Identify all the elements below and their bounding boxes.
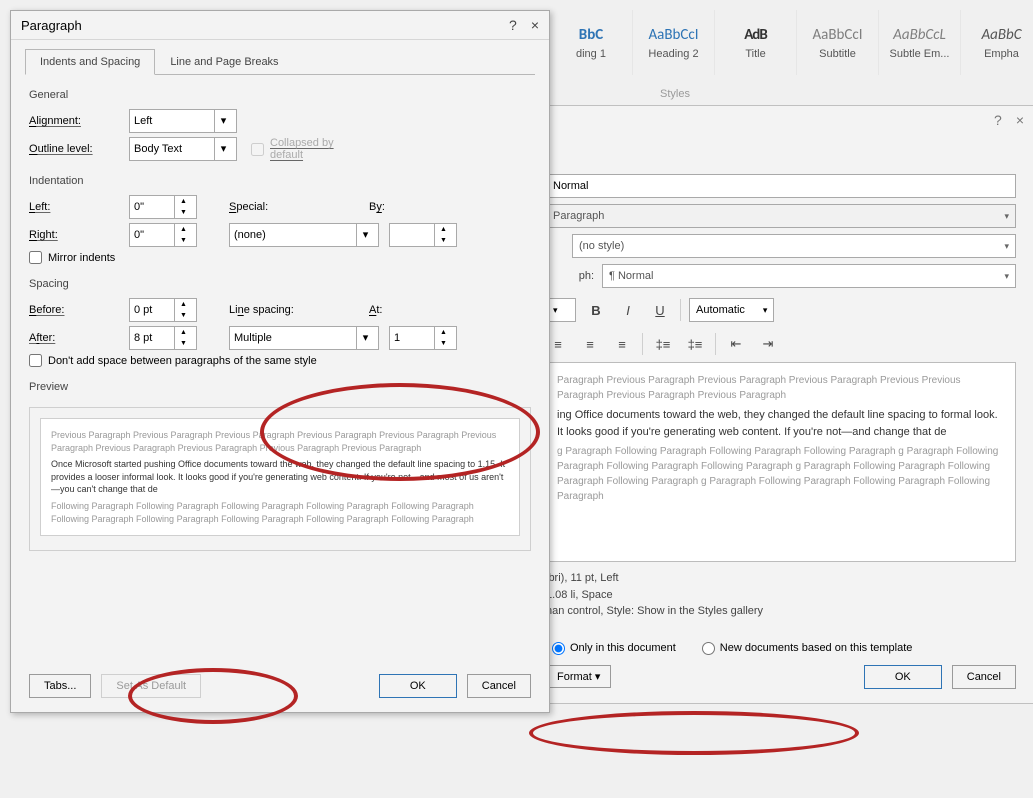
- align-center-icon[interactable]: ≡: [578, 332, 602, 356]
- chevron-down-icon: ▾: [1004, 271, 1009, 282]
- annotation-ring-new-documents: [529, 711, 859, 755]
- font-toolbar: ▾ B I U Automatic▾: [546, 298, 1016, 322]
- close-icon[interactable]: ×: [1016, 112, 1024, 128]
- right-indent-label: Right:: [29, 229, 129, 241]
- alignment-label: Alignment:: [29, 115, 129, 127]
- tab-line-page-breaks[interactable]: Line and Page Breaks: [155, 49, 293, 75]
- titlebar: Paragraph ? ×: [11, 11, 549, 40]
- radio-only-this-document[interactable]: Only in this document: [552, 642, 676, 655]
- radio-new-documents-template[interactable]: New documents based on this template: [702, 642, 913, 655]
- following-paragraph-label: ph:: [546, 270, 594, 282]
- dialog-title: Paragraph: [21, 18, 82, 33]
- after-spacing-label: After:: [29, 332, 129, 344]
- chevron-down-icon: ▾: [214, 110, 232, 132]
- outline-level-select[interactable]: Body Text▾: [129, 137, 237, 161]
- style-name-input[interactable]: Normal: [546, 174, 1016, 198]
- at-spin[interactable]: ▲▼: [389, 326, 457, 350]
- ok-button[interactable]: OK: [379, 674, 457, 698]
- group-general: General: [29, 89, 531, 101]
- left-indent-spin[interactable]: ▲▼: [129, 195, 197, 219]
- preview-box: Previous Paragraph Previous Paragraph Pr…: [29, 407, 531, 551]
- special-indent-select[interactable]: (none)▾: [229, 223, 379, 247]
- decrease-indent-icon[interactable]: ⇤: [724, 332, 748, 356]
- style-tile-h1[interactable]: BbCding 1: [550, 10, 632, 75]
- align-right-icon[interactable]: ≡: [610, 332, 634, 356]
- increase-indent-icon[interactable]: ⇥: [756, 332, 780, 356]
- chevron-down-icon: ▾: [1004, 241, 1009, 252]
- ribbon-styles-caption: Styles: [660, 88, 690, 100]
- set-as-default-button[interactable]: Set As Default: [101, 674, 201, 698]
- after-spin[interactable]: ▲▼: [129, 326, 197, 350]
- line-spacing-down-icon[interactable]: ‡≡: [683, 332, 707, 356]
- style-tile-title[interactable]: AdBTitle: [714, 10, 796, 75]
- style-tile-emphasis[interactable]: AaBbCEmpha: [960, 10, 1033, 75]
- group-spacing: Spacing: [29, 278, 531, 290]
- chevron-down-icon: ▾: [214, 138, 232, 160]
- line-spacing-select[interactable]: Multiple▾: [229, 326, 379, 350]
- before-spacing-label: Before:: [29, 304, 129, 316]
- outline-level-label: Outline level:: [29, 143, 129, 155]
- chevron-down-icon: ▾: [1004, 211, 1009, 222]
- ok-button[interactable]: OK: [864, 665, 942, 689]
- left-indent-label: Left:: [29, 201, 129, 213]
- style-type-select[interactable]: Paragraph▾: [546, 204, 1016, 228]
- line-spacing-up-icon[interactable]: ‡≡: [651, 332, 675, 356]
- by-spin[interactable]: ▲▼: [389, 223, 457, 247]
- group-indentation: Indentation: [29, 175, 531, 187]
- bold-button[interactable]: B: [584, 298, 608, 322]
- cancel-button[interactable]: Cancel: [952, 665, 1016, 689]
- style-tile-subtle-em[interactable]: AaBbCcLSubtle Em...: [878, 10, 960, 75]
- collapsed-by-default-checkbox: [251, 143, 264, 156]
- style-following-select[interactable]: ¶ Normal▾: [602, 264, 1016, 288]
- format-button[interactable]: Format ▾: [546, 665, 611, 688]
- style-tile-h2[interactable]: AaBbCcIHeading 2: [632, 10, 714, 75]
- help-icon[interactable]: ?: [994, 112, 1002, 128]
- paragraph-toolbar: ≡ ≡ ≡ ‡≡ ‡≡ ⇤ ⇥: [546, 332, 1016, 356]
- style-tile-subtitle[interactable]: AaBbCcISubtitle: [796, 10, 878, 75]
- ribbon-styles: BbCding 1 AaBbCcIHeading 2 AdBTitle AaBb…: [550, 10, 1033, 75]
- font-size-select[interactable]: ▾: [546, 298, 576, 322]
- style-preview-box: Paragraph Previous Paragraph Previous Pa…: [546, 362, 1016, 562]
- line-spacing-label: Line spacing:: [229, 304, 369, 316]
- cancel-button[interactable]: Cancel: [467, 674, 531, 698]
- tab-indents-spacing[interactable]: Indents and Spacing: [25, 49, 155, 75]
- alignment-select[interactable]: Left▾: [129, 109, 237, 133]
- close-icon[interactable]: ×: [531, 17, 539, 33]
- paragraph-dialog: Paragraph ? × Indents and Spacing Line a…: [10, 10, 550, 713]
- at-label: At:: [369, 304, 409, 316]
- font-color-select[interactable]: Automatic▾: [689, 298, 774, 322]
- before-spin[interactable]: ▲▼: [129, 298, 197, 322]
- help-icon[interactable]: ?: [509, 17, 517, 33]
- style-description: ibri), 11 pt, Left 1.08 li, Space han co…: [546, 570, 1016, 620]
- by-label: By:: [369, 201, 409, 213]
- special-label: Special:: [229, 201, 369, 213]
- style-based-on-select[interactable]: (no style)▾: [572, 234, 1016, 258]
- group-preview: Preview: [29, 381, 531, 393]
- tabs-button[interactable]: Tabs...: [29, 674, 91, 698]
- italic-button[interactable]: I: [616, 298, 640, 322]
- dont-add-space-checkbox[interactable]: Don't add space between paragraphs of th…: [29, 354, 549, 367]
- underline-button[interactable]: U: [648, 298, 672, 322]
- mirror-indents-checkbox[interactable]: Mirror indents: [29, 251, 549, 264]
- right-indent-spin[interactable]: ▲▼: [129, 223, 197, 247]
